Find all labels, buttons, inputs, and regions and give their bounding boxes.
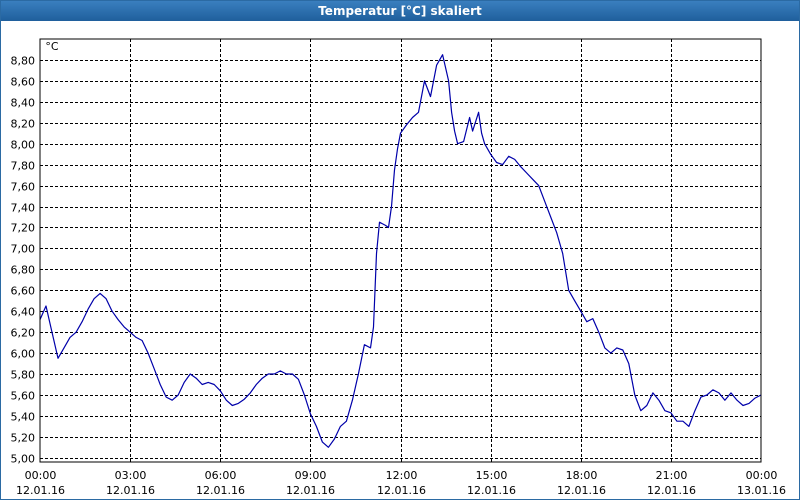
x-tick-time: 03:00: [115, 469, 147, 482]
y-tick-label: 7,80: [11, 160, 36, 173]
x-tick-date: 12.01.16: [647, 484, 696, 497]
x-tick-time: 00:00: [746, 469, 778, 482]
y-tick-label: 8,00: [11, 139, 36, 152]
x-tick-date: 12.01.16: [196, 484, 245, 497]
x-tick-time: 09:00: [295, 469, 327, 482]
temperature-chart: 00:00 12.01.16 03:00 12.01.16 06:00 12.01.16 0…: [11, 38, 786, 497]
y-tick-label: 7,40: [11, 202, 36, 215]
y-tick-label: 8,80: [11, 55, 36, 68]
y-tick-label: 7,00: [11, 243, 36, 256]
y-axis-unit: °C: [45, 40, 59, 53]
y-tick-label: 8,20: [11, 118, 36, 131]
grid: [40, 39, 761, 462]
y-tick-label: 5,00: [11, 453, 36, 466]
x-axis-labels: 00:00 12.01.16 03:00 12.01.16 06:00 12.01.16 0…: [16, 469, 786, 497]
series-group: [39, 54, 762, 448]
y-tick-label: 8,40: [11, 97, 36, 110]
y-tick-label: 5,20: [11, 432, 36, 445]
x-tick-time: 06:00: [205, 469, 237, 482]
y-tick-label: 6,00: [11, 348, 36, 361]
x-tick-time: 15:00: [476, 469, 508, 482]
y-tick-label: 6,40: [11, 306, 36, 319]
y-tick-label: 6,60: [11, 285, 36, 298]
x-tick-time: 12:00: [386, 469, 418, 482]
y-tick-label: 5,80: [11, 369, 36, 382]
x-tick-date: 12.01.16: [16, 484, 65, 497]
x-tick-date: 12.01.16: [557, 484, 606, 497]
y-tick-label: 5,60: [11, 390, 36, 403]
y-tick-label: 7,20: [11, 222, 36, 235]
y-tick-label: 5,40: [11, 411, 36, 424]
x-tick-time: 18:00: [566, 469, 598, 482]
y-tick-label: 6,80: [11, 264, 36, 277]
x-tick-date: 12.01.16: [286, 484, 335, 497]
x-tick-date: 13.01.16: [737, 484, 786, 497]
x-tick-date: 12.01.16: [467, 484, 516, 497]
y-axis-labels: 5,00 5,20 5,40 5,60 5,80 6,00 6,20 6,40 6,60 6,80…: [11, 55, 36, 466]
x-tick-date: 12.01.16: [377, 484, 426, 497]
x-tick-date: 12.01.16: [106, 484, 155, 497]
series-line: [39, 54, 762, 448]
y-tick-label: 6,20: [11, 327, 36, 340]
x-tick-time: 21:00: [656, 469, 688, 482]
y-tick-label: 7,60: [11, 181, 36, 194]
y-tick-label: 8,60: [11, 76, 36, 89]
x-tick-time: 00:00: [25, 469, 57, 482]
